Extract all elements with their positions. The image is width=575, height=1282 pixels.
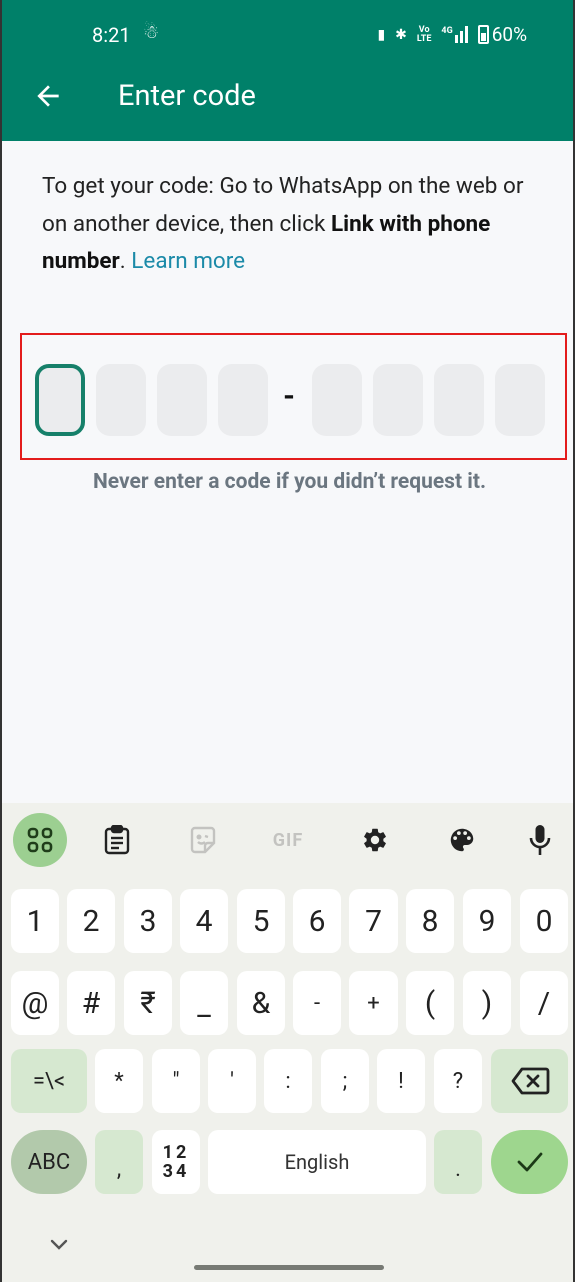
key-5[interactable]: 5 [237, 889, 285, 953]
key-0[interactable]: 0 [520, 889, 568, 953]
key-double-quote[interactable]: " [152, 1049, 200, 1113]
key-single-quote[interactable]: ' [208, 1049, 256, 1113]
code-cell-5[interactable] [312, 364, 362, 436]
instructions-text: To get your code: Go to WhatsApp on the … [42, 168, 532, 281]
snapchat-icon: ☃ [143, 22, 160, 43]
key-period[interactable]: . [434, 1130, 482, 1194]
key-8[interactable]: 8 [406, 889, 454, 953]
signal-icon: 4G [441, 26, 468, 43]
space-key[interactable]: English [208, 1130, 426, 1194]
status-time: 8:21 [92, 23, 131, 47]
code-separator: - [283, 379, 295, 414]
network-type: 4G [441, 26, 453, 36]
key-rupee[interactable]: ₹ [124, 971, 172, 1035]
code-cell-7[interactable] [434, 364, 484, 436]
code-cell-1[interactable] [35, 364, 85, 436]
vibrate-icon: ▮ [377, 26, 386, 43]
sticker-icon[interactable] [176, 813, 230, 867]
backspace-icon [511, 1067, 549, 1095]
backspace-key[interactable] [491, 1049, 568, 1113]
keyboard-toolbar: GIF [2, 813, 573, 869]
done-key[interactable] [491, 1130, 568, 1194]
microphone-icon[interactable] [513, 813, 567, 867]
clipboard-icon[interactable] [90, 813, 144, 867]
learn-more-link[interactable]: Learn more [131, 248, 245, 274]
key-2[interactable]: 2 [67, 889, 115, 953]
gear-icon[interactable] [348, 813, 402, 867]
more-symbols-key[interactable]: =\< [11, 1049, 87, 1113]
key-asterisk[interactable]: * [95, 1049, 143, 1113]
key-at[interactable]: @ [11, 971, 59, 1035]
numpad-key[interactable]: 12 34 [152, 1130, 200, 1194]
app-bar: 8:21 ☃ ▮ ✱ Vo LTE 4G 60% Enter code [2, 0, 573, 141]
key-plus[interactable]: + [349, 971, 398, 1035]
status-bar: 8:21 ☃ ▮ ✱ Vo LTE 4G 60% [2, 20, 573, 50]
key-7[interactable]: 7 [349, 889, 398, 953]
checkmark-icon [517, 1152, 542, 1172]
bluetooth-icon: ✱ [395, 26, 407, 43]
numpad-label: 12 34 [163, 1143, 190, 1181]
code-cell-2[interactable] [96, 364, 146, 436]
apps-grid-icon[interactable] [13, 813, 67, 867]
code-cell-6[interactable] [373, 364, 423, 436]
keyboard: GIF 1 2 3 4 5 6 7 8 9 0 @ # ₹ _ & - + ( … [2, 803, 573, 1282]
numpad-label-bottom: 34 [162, 1161, 190, 1182]
arrow-left-icon[interactable] [32, 80, 64, 112]
toolbar: Enter code [2, 72, 573, 124]
instructions-text-end: . [119, 248, 132, 274]
gif-label: GIF [272, 829, 304, 851]
battery-icon [477, 25, 489, 44]
abc-key[interactable]: ABC [11, 1130, 87, 1194]
key-question[interactable]: ? [434, 1049, 482, 1113]
page-title: Enter code [118, 79, 256, 113]
hide-keyboard-chevron-down-icon[interactable] [50, 1236, 68, 1255]
code-cell-8[interactable] [495, 364, 545, 436]
key-open-paren[interactable]: ( [406, 971, 454, 1035]
key-6[interactable]: 6 [293, 889, 341, 953]
key-comma[interactable]: , [95, 1130, 143, 1194]
numpad-label-top: 12 [162, 1142, 190, 1163]
key-4[interactable]: 4 [180, 889, 228, 953]
key-semicolon[interactable]: ; [321, 1049, 369, 1113]
key-slash[interactable]: / [520, 971, 568, 1035]
key-9[interactable]: 9 [463, 889, 511, 953]
volte-icon: Vo LTE [416, 24, 432, 44]
code-cell-3[interactable] [157, 364, 207, 436]
key-ampersand[interactable]: & [237, 971, 285, 1035]
key-underscore[interactable]: _ [180, 971, 228, 1035]
gif-button[interactable]: GIF [261, 813, 315, 867]
key-1[interactable]: 1 [11, 889, 59, 953]
code-cell-4[interactable] [218, 364, 268, 436]
key-hash[interactable]: # [67, 971, 115, 1035]
key-3[interactable]: 3 [124, 889, 172, 953]
battery-level: 60% [491, 23, 527, 46]
key-minus[interactable]: - [293, 971, 341, 1035]
gesture-nav-bar[interactable] [194, 1265, 384, 1270]
key-exclamation[interactable]: ! [377, 1049, 425, 1113]
palette-icon[interactable] [435, 813, 489, 867]
warning-text: Never enter a code if you didn’t request… [92, 470, 487, 494]
key-close-paren[interactable]: ) [463, 971, 511, 1035]
key-colon[interactable]: : [264, 1049, 312, 1113]
